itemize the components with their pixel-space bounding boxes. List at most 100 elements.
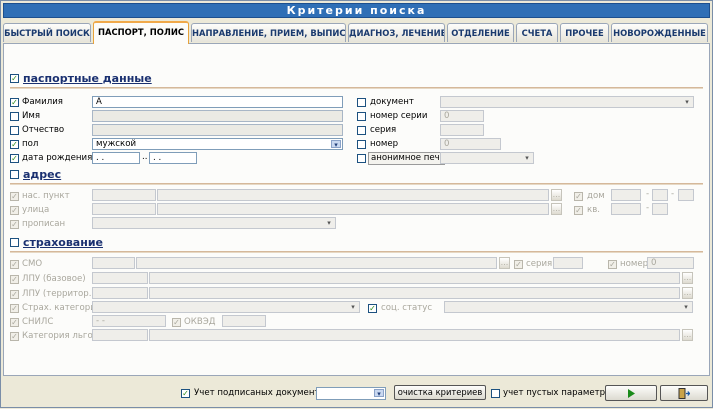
benefit-browse-button[interactable]: ... xyxy=(682,329,693,341)
policy-number-input[interactable]: 0 xyxy=(647,257,694,269)
lpu-base-input[interactable] xyxy=(149,272,680,284)
smo-input[interactable] xyxy=(136,257,497,269)
document-checkbox[interactable] xyxy=(357,98,366,107)
house-checkbox[interactable]: ✓ xyxy=(574,192,583,201)
okved-input[interactable] xyxy=(222,315,266,327)
signed-docs-label: Учет подписаных документов xyxy=(194,388,330,398)
empty-params-label: учет пустых параметров xyxy=(503,388,616,398)
lpu-base-checkbox[interactable]: ✓ xyxy=(10,275,19,284)
house-from-input[interactable] xyxy=(611,189,641,201)
social-status-select[interactable]: ▾ xyxy=(444,301,693,313)
signed-docs-checkbox[interactable]: ✓ xyxy=(181,389,190,398)
apartment-dash: - xyxy=(646,203,650,213)
exit-button[interactable] xyxy=(660,385,708,401)
surname-input[interactable]: А xyxy=(92,96,343,108)
lpu-territorial-checkbox[interactable]: ✓ xyxy=(10,290,19,299)
sex-checkbox[interactable]: ✓ xyxy=(10,140,19,149)
section-divider xyxy=(10,251,703,253)
signed-docs-select[interactable]: ▾ xyxy=(316,387,386,400)
tab-newborns[interactable]: НОВОРОЖДЕННЫЕ xyxy=(611,23,708,42)
tab-quick-search[interactable]: БЫСТРЫЙ ПОИСК xyxy=(3,23,91,42)
social-status-checkbox[interactable]: ✓ xyxy=(368,304,377,313)
surname-checkbox[interactable]: ✓ xyxy=(10,98,19,107)
series-checkbox[interactable] xyxy=(357,126,366,135)
patronymic-input[interactable] xyxy=(92,124,343,136)
series-number-checkbox[interactable] xyxy=(357,112,366,121)
clear-criteria-button[interactable]: очистка критериев xyxy=(394,385,486,400)
lpu-territorial-input[interactable] xyxy=(149,287,680,299)
patronymic-checkbox[interactable] xyxy=(10,126,19,135)
smo-code-input[interactable] xyxy=(92,257,135,269)
lpu-base-code-input[interactable] xyxy=(92,272,148,284)
house-to-input[interactable] xyxy=(652,189,668,201)
chevron-down-icon[interactable]: ▾ xyxy=(331,140,341,149)
category-select[interactable]: ▾ xyxy=(92,301,360,313)
name-label: Имя xyxy=(22,111,41,121)
locality-input[interactable] xyxy=(157,189,549,201)
sex-select[interactable]: мужской ▾ xyxy=(92,138,343,150)
lpu-territorial-browse-button[interactable]: ... xyxy=(682,287,693,299)
policy-number-checkbox[interactable]: ✓ xyxy=(608,260,617,269)
registered-select[interactable]: ▾ xyxy=(92,217,336,229)
apartment-from-input[interactable] xyxy=(611,203,641,215)
birthdate-checkbox[interactable]: ✓ xyxy=(10,154,19,163)
house-dash-2: - xyxy=(671,189,675,199)
series-input[interactable] xyxy=(440,124,484,136)
house-building-input[interactable] xyxy=(678,189,694,201)
locality-label: нас. пункт xyxy=(22,191,70,201)
empty-params-checkbox[interactable] xyxy=(491,389,500,398)
apartment-checkbox[interactable]: ✓ xyxy=(574,206,583,215)
lpu-territorial-code-input[interactable] xyxy=(92,287,148,299)
policy-series-checkbox[interactable]: ✓ xyxy=(514,260,523,269)
street-browse-button[interactable]: ... xyxy=(551,203,562,215)
tab-department[interactable]: ОТДЕЛЕНИЕ xyxy=(447,23,514,42)
birthdate-to-input[interactable]: . . xyxy=(149,152,197,164)
category-checkbox[interactable]: ✓ xyxy=(10,304,19,313)
passport-section-title: паспортные данные xyxy=(23,72,152,85)
apartment-to-input[interactable] xyxy=(652,203,668,215)
okved-checkbox[interactable]: ✓ xyxy=(172,318,181,327)
tab-other[interactable]: ПРОЧЕЕ xyxy=(560,23,609,42)
benefit-code-input[interactable] xyxy=(92,329,148,341)
street-checkbox[interactable]: ✓ xyxy=(10,206,19,215)
locality-code-input[interactable] xyxy=(92,189,156,201)
anonymous-select[interactable]: ▾ xyxy=(440,152,534,164)
chevron-down-icon: ▾ xyxy=(685,98,689,106)
anonymous-checkbox[interactable] xyxy=(357,154,366,163)
street-code-input[interactable] xyxy=(92,203,156,215)
locality-checkbox[interactable]: ✓ xyxy=(10,192,19,201)
chevron-down-icon: ▾ xyxy=(684,303,688,311)
birthdate-from-input[interactable]: . . xyxy=(92,152,140,164)
name-input[interactable] xyxy=(92,110,343,122)
tab-accounts[interactable]: СЧЕТА xyxy=(516,23,558,42)
number-input[interactable]: 0 xyxy=(440,138,501,150)
tab-passport-policy[interactable]: ПАСПОРТ, ПОЛИС xyxy=(93,21,189,44)
name-checkbox[interactable] xyxy=(10,112,19,121)
chevron-down-icon: ▾ xyxy=(351,303,355,311)
snils-checkbox[interactable]: ✓ xyxy=(10,318,19,327)
tab-diagnosis-treatment[interactable]: ДИАГНОЗ, ЛЕЧЕНИЕ xyxy=(348,23,445,42)
footer-bar: ✓ Учет подписаных документов ▾ очистка к… xyxy=(1,378,713,409)
run-search-button[interactable] xyxy=(605,385,657,401)
tab-referral-admission[interactable]: НАПРАВЛЕНИЕ, ПРИЕМ, ВЫПИСКА xyxy=(191,23,346,42)
policy-series-input[interactable] xyxy=(553,257,583,269)
passport-section-checkbox[interactable]: ✓ xyxy=(10,74,19,83)
locality-browse-button[interactable]: ... xyxy=(551,189,562,201)
document-select[interactable]: ▾ xyxy=(440,96,694,108)
benefit-input[interactable] xyxy=(149,329,680,341)
chevron-down-icon[interactable]: ▾ xyxy=(374,389,384,398)
registered-checkbox[interactable]: ✓ xyxy=(10,220,19,229)
street-input[interactable] xyxy=(157,203,549,215)
lpu-base-browse-button[interactable]: ... xyxy=(682,272,693,284)
tab-panel: ✓ паспортные данные ✓ Фамилия А Имя Отче… xyxy=(3,43,710,376)
chevron-down-icon: ▾ xyxy=(327,219,331,227)
series-number-input[interactable]: 0 xyxy=(440,110,484,122)
smo-checkbox[interactable]: ✓ xyxy=(10,260,19,269)
number-checkbox[interactable] xyxy=(357,140,366,149)
snils-input[interactable]: - - xyxy=(92,315,166,327)
insurance-section-checkbox[interactable] xyxy=(10,238,19,247)
address-section-checkbox[interactable] xyxy=(10,170,19,179)
smo-browse-button[interactable]: ... xyxy=(499,257,510,269)
benefit-checkbox[interactable]: ✓ xyxy=(10,332,19,341)
smo-label: СМО xyxy=(22,259,43,269)
